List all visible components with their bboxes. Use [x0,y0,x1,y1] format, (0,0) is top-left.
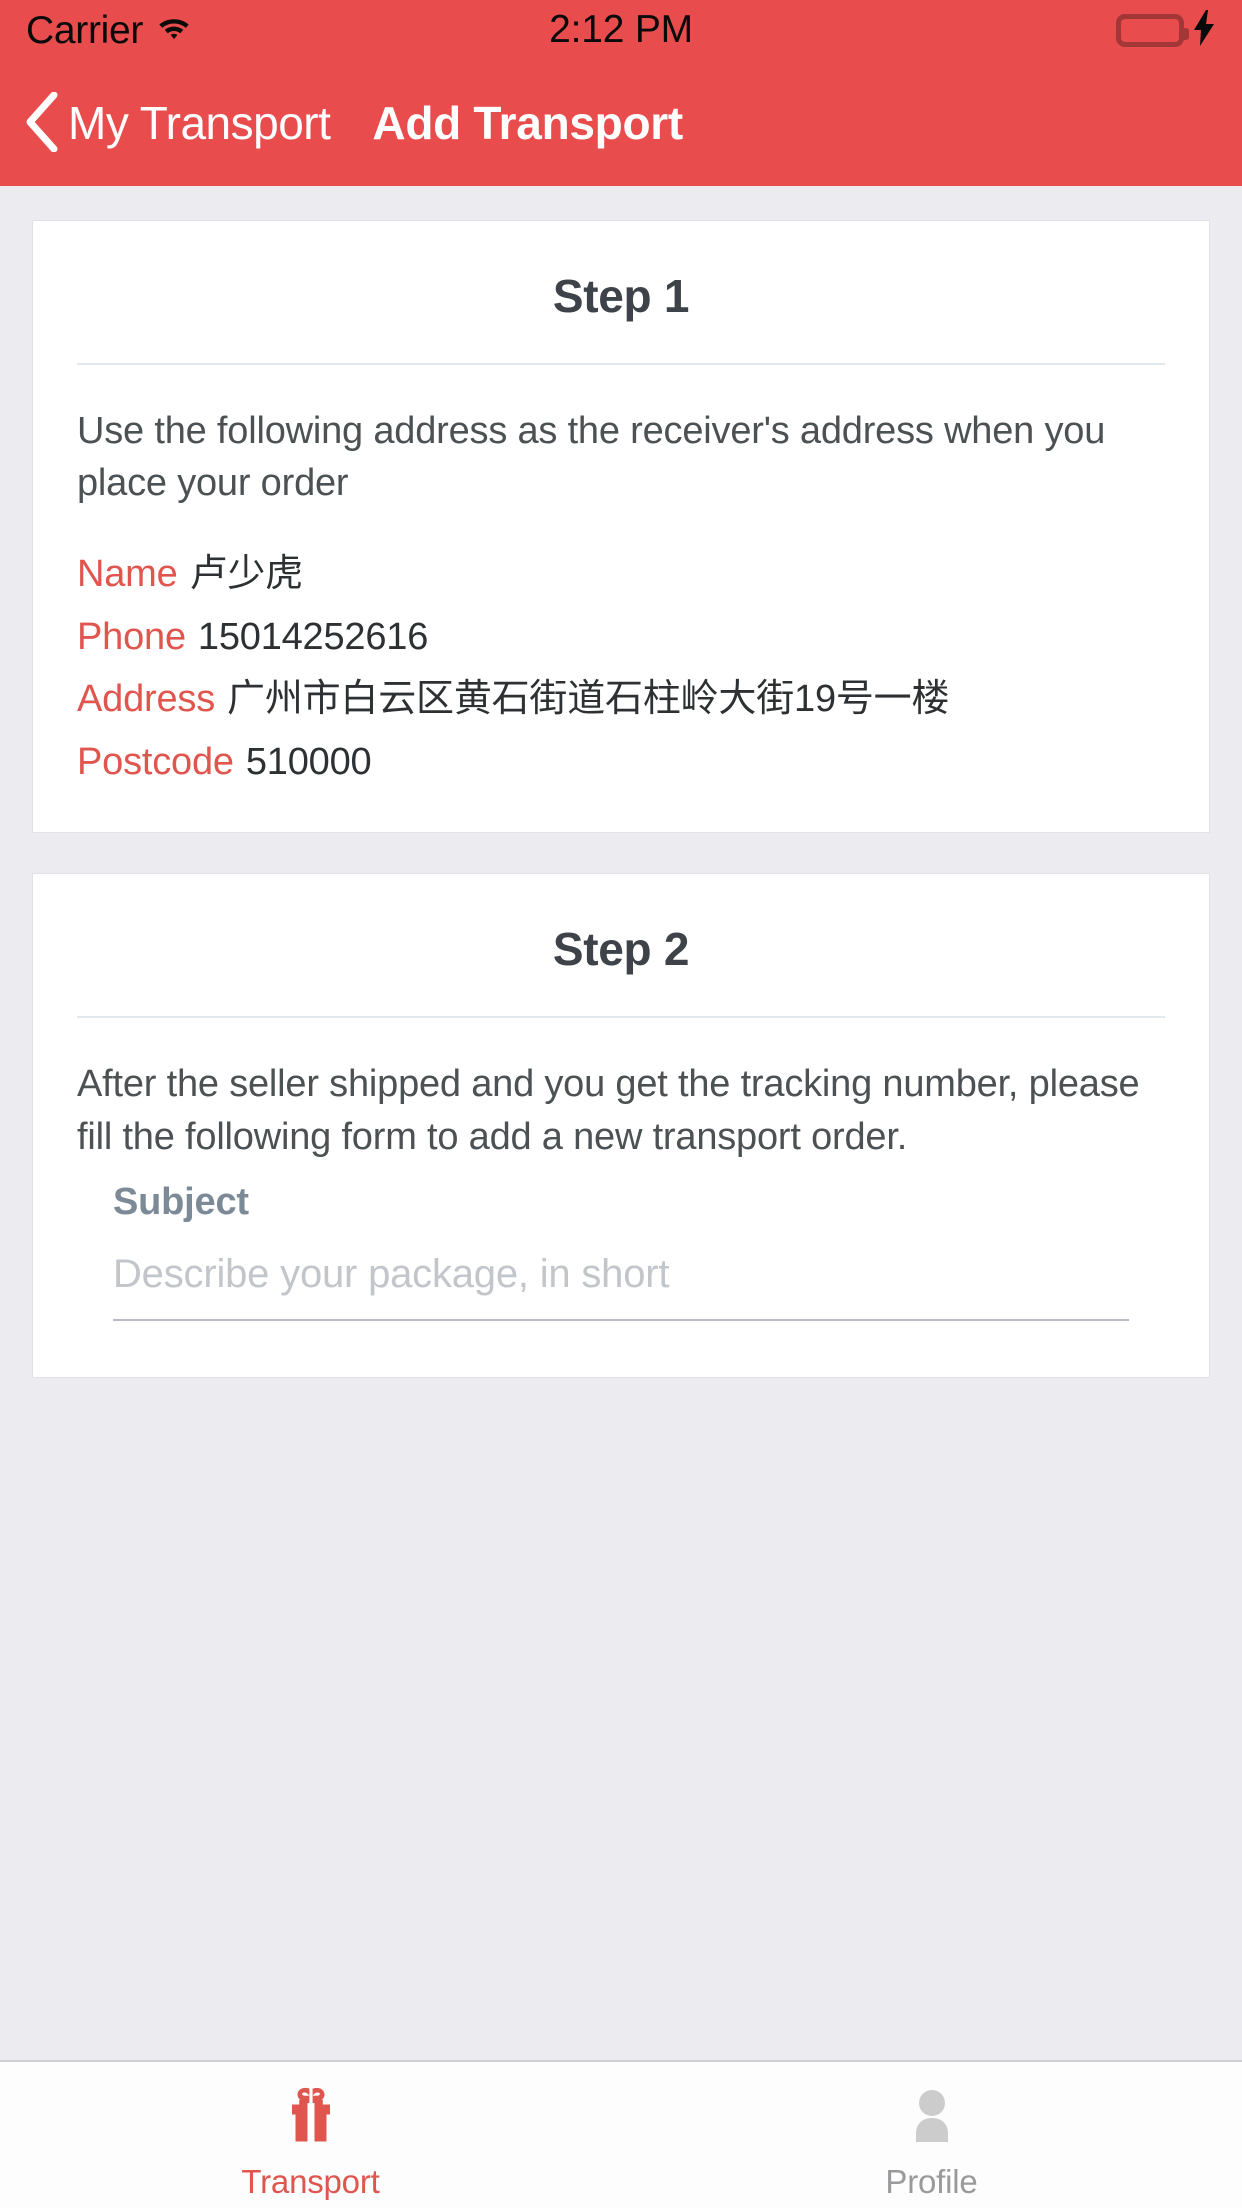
address-row-phone: Phone 15014252616 [77,613,1165,662]
address-value-name: 卢少虎 [189,552,304,595]
app-screen: Carrier 2:12 PM My Transport Add Transpo… [0,0,1242,2208]
status-bar-left: Carrier [26,11,191,50]
status-bar: Carrier 2:12 PM [0,0,1242,60]
page-title: Add Transport [372,97,683,149]
battery-full-icon [1116,13,1189,47]
address-label-name: Name [77,552,178,595]
lightning-bolt-icon [1192,9,1216,51]
step1-body: Use the following address as the receive… [33,365,1209,832]
wifi-icon [157,15,191,46]
address-label-postcode: Postcode [77,740,234,783]
address-row-name: Name 卢少虎 [77,550,1165,599]
status-bar-right [1116,9,1216,51]
back-button[interactable]: My Transport [24,90,331,157]
tab-profile-label: Profile [885,2163,978,2200]
person-icon [901,2084,963,2151]
address-row-postcode: Postcode 510000 [77,738,1165,787]
subject-input[interactable] [113,1246,1129,1322]
address-value-phone: 15014252616 [197,615,429,658]
carrier-label: Carrier [26,8,144,52]
address-value-postcode: 510000 [245,740,372,783]
nav-bar: My Transport Add Transport [0,60,1242,186]
step1-title: Step 1 [552,270,690,322]
chevron-left-icon [24,91,58,157]
tab-transport-label: Transport [241,2163,380,2200]
address-row-address: Address 广州市白云区黄石街道石柱岭大街19号一楼 [77,675,1165,724]
gift-icon [280,2084,342,2151]
tab-profile[interactable]: Profile [621,2084,1242,2201]
tab-transport[interactable]: Transport [0,2084,621,2201]
address-label-phone: Phone [77,615,186,658]
step2-card: Step 2 After the seller shipped and you … [32,873,1210,1379]
step2-body: After the seller shipped and you get the… [33,1018,1209,1377]
step1-intro-text: Use the following address as the receive… [77,410,1106,505]
scroll-content[interactable]: Step 1 Use the following address as the … [0,186,1242,2060]
step1-card: Step 1 Use the following address as the … [32,220,1210,834]
receiver-address-list: Name 卢少虎 Phone 15014252616 Address 广州市白云区黄石… [77,550,1165,787]
address-label-address: Address [77,678,216,721]
back-button-label: My Transport [68,97,331,149]
subject-field-label: Subject [113,1181,249,1224]
transport-form: Subject [77,1163,1165,1331]
step2-intro-text: After the seller shipped and you get the… [77,1063,1140,1158]
address-value-address: 广州市白云区黄石街道石柱岭大街19号一楼 [227,678,950,721]
step2-title: Step 2 [552,923,690,976]
tab-bar: Transport Profile [0,2060,1242,2208]
